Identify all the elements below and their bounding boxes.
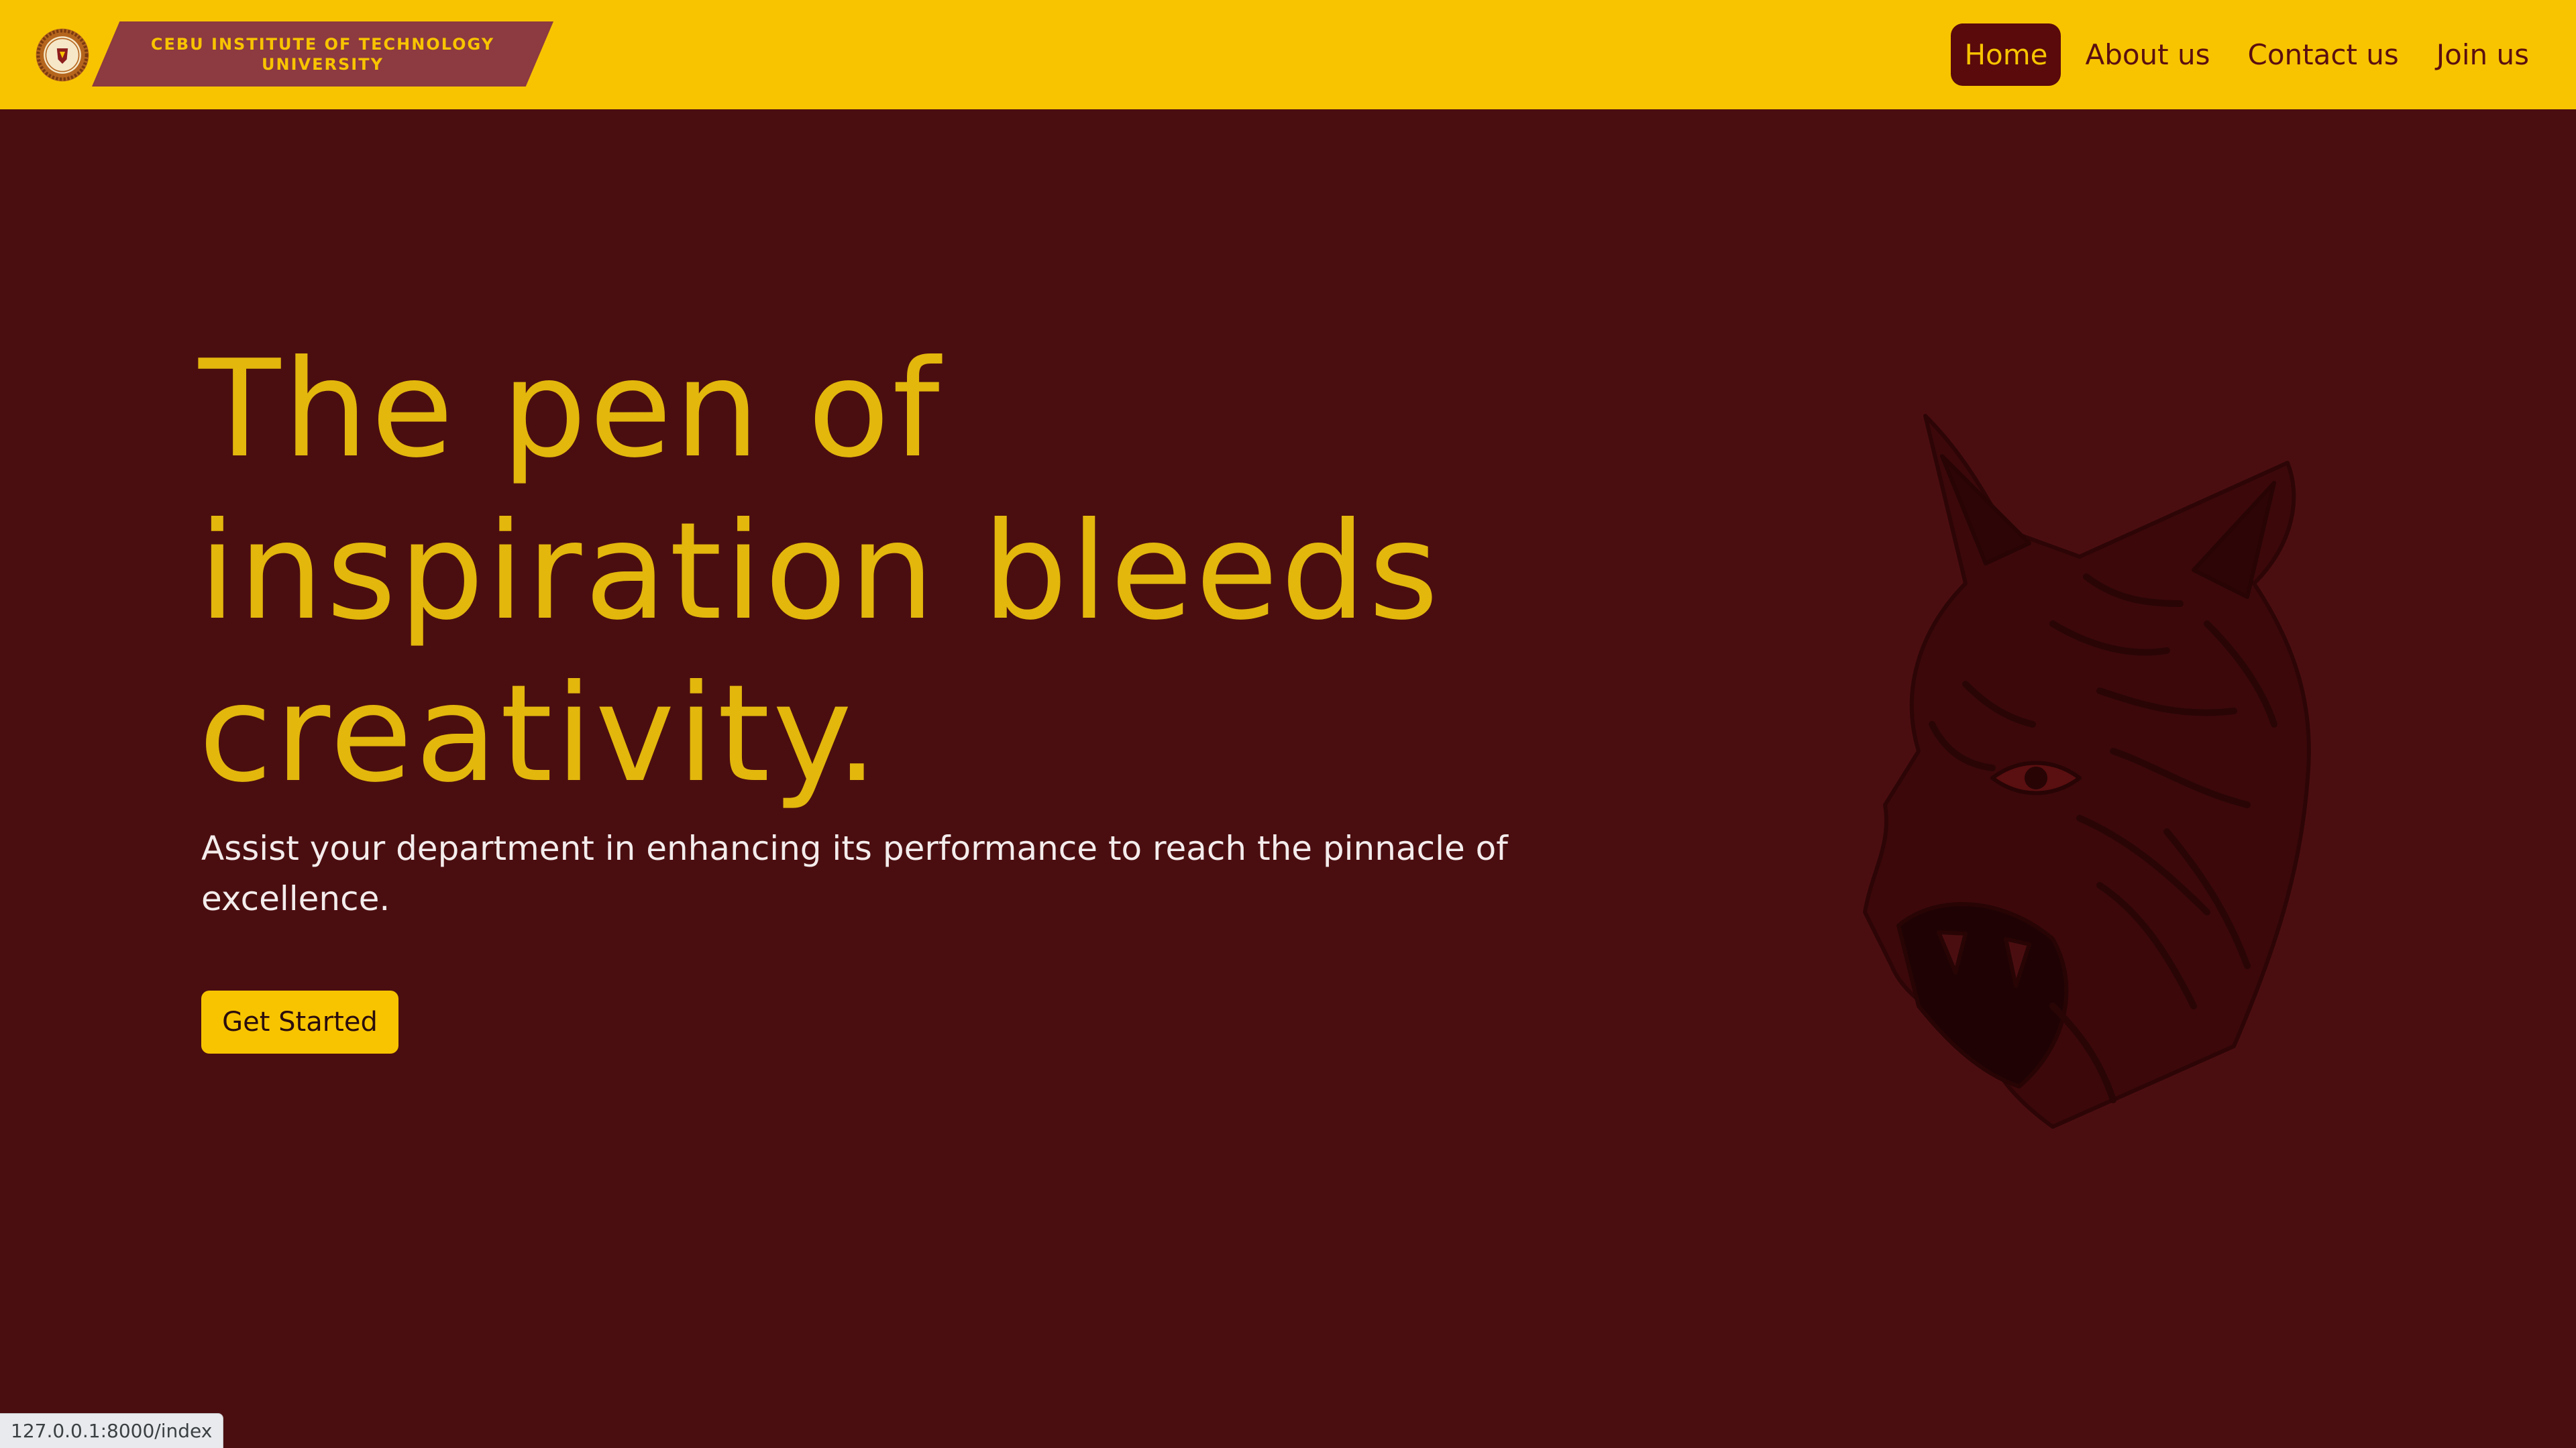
hero-title-line2: inspiration bleeds	[199, 494, 1442, 650]
hero-subtitle-line1: Assist your department in enhancing its …	[201, 829, 1508, 868]
get-started-button[interactable]: Get Started	[201, 991, 398, 1054]
main-nav: Home About us Contact us Join us	[1951, 21, 2542, 88]
top-navbar: CEBU INSTITUTE OF TECHNOLOGY UNIVERSITY …	[0, 0, 2576, 109]
nav-home-link[interactable]: Home	[1951, 23, 2061, 86]
nav-join-link[interactable]: Join us	[2423, 23, 2542, 86]
landing-page: CEBU INSTITUTE OF TECHNOLOGY UNIVERSITY …	[0, 0, 2576, 1448]
nav-contact-link[interactable]: Contact us	[2235, 23, 2412, 86]
hero-subtitle-line2: excellence.	[201, 879, 390, 918]
nav-about-link[interactable]: About us	[2072, 23, 2223, 86]
brand-name-line2: UNIVERSITY	[262, 54, 384, 74]
hero-title-line3: creativity.	[199, 656, 881, 812]
brand-banner[interactable]: CEBU INSTITUTE OF TECHNOLOGY UNIVERSITY	[92, 21, 553, 87]
hero-title: The pen of inspiration bleeds creativity…	[199, 329, 1473, 816]
hero-subtitle: Assist your department in enhancing its …	[201, 824, 1543, 924]
university-seal-icon[interactable]	[35, 27, 90, 82]
wildcat-mascot-icon	[1863, 414, 2311, 1129]
hero-title-line1: The pen of	[199, 331, 943, 488]
status-url-bar: 127.0.0.1:8000/index	[0, 1413, 224, 1448]
brand-name-line1: CEBU INSTITUTE OF TECHNOLOGY	[150, 34, 495, 54]
